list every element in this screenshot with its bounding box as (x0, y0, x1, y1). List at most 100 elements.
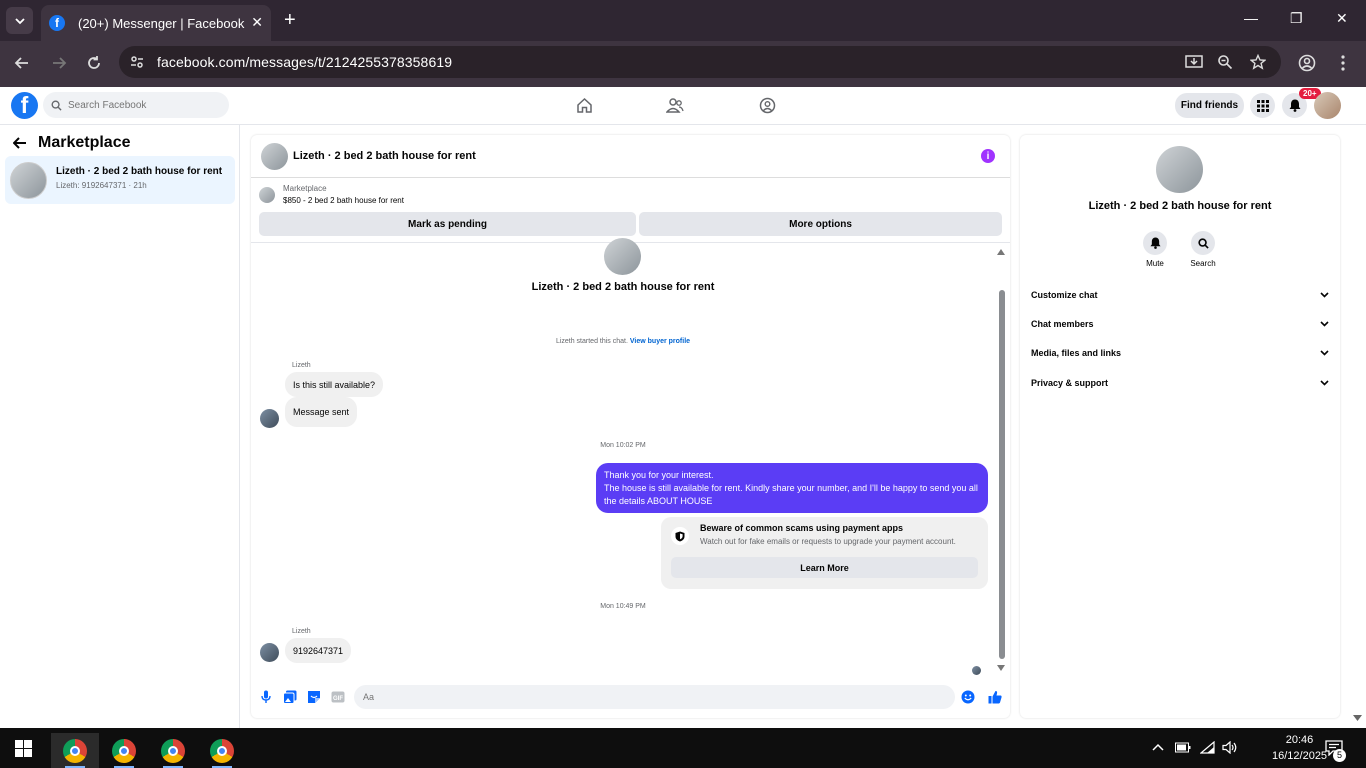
home-icon[interactable] (576, 97, 593, 114)
chevron-down-icon (14, 17, 25, 24)
scrollbar-thumb[interactable] (999, 290, 1005, 659)
section-label: Privacy & support (1031, 378, 1109, 388)
listing-thumbnail[interactable] (261, 143, 288, 170)
close-tab-icon[interactable]: ✕ (251, 14, 263, 31)
scam-warning-text: Watch out for fake emails or requests to… (700, 537, 956, 546)
browser-tab[interactable]: f (20+) Messenger | Facebook ✕ (41, 5, 271, 41)
taskbar-chrome-app[interactable] (100, 733, 148, 768)
chrome-icon (161, 738, 185, 763)
system-clock[interactable]: 20:46 16/12/2025 (1272, 732, 1327, 764)
sticker-icon[interactable] (307, 690, 321, 704)
emoji-icon[interactable] (961, 690, 975, 704)
mute-label: Mute (1146, 259, 1164, 268)
conversation-list-pane: Marketplace Lizeth · 2 bed 2 bath house … (0, 125, 240, 728)
listing-summary[interactable]: $850 - 2 bed 2 bath house for rent (283, 196, 404, 205)
chevron-down-icon (1320, 321, 1329, 327)
reload-icon[interactable] (86, 55, 102, 71)
taskbar-chrome-app[interactable] (149, 733, 197, 768)
taskbar-chrome-app[interactable] (198, 733, 246, 768)
browser-tab-bar: f (20+) Messenger | Facebook ✕ + — ❐ ✕ (0, 0, 1366, 41)
sender-avatar[interactable] (260, 409, 279, 428)
mark-as-pending-button[interactable]: Mark as pending (259, 212, 636, 236)
address-bar[interactable]: facebook.com/messages/t/2124255378358619 (119, 46, 1281, 78)
back-arrow-icon[interactable] (13, 137, 27, 149)
listing-thumbnail-large (604, 238, 641, 275)
incoming-message[interactable]: Message sent (285, 397, 358, 427)
page-scroll-down-icon[interactable] (1353, 715, 1362, 721)
message-input[interactable] (354, 685, 955, 709)
chrome-icon (210, 738, 234, 763)
learn-more-button[interactable]: Learn More (671, 557, 978, 578)
pane-title: Marketplace (38, 134, 131, 151)
mute-button[interactable] (1143, 231, 1167, 255)
scroll-up-icon[interactable] (997, 249, 1005, 255)
conversation-item[interactable]: Lizeth · 2 bed 2 bath house for rent Liz… (5, 156, 235, 204)
view-buyer-profile-link[interactable]: View buyer profile (630, 338, 690, 345)
incoming-message[interactable]: 9192647371 (285, 638, 352, 663)
message-composer: GIF (251, 683, 1010, 711)
back-arrow-icon[interactable] (14, 55, 30, 71)
install-app-icon[interactable] (1185, 54, 1203, 70)
windows-start-icon[interactable] (15, 740, 32, 757)
menu-button[interactable] (1250, 93, 1275, 118)
find-friends-button[interactable]: Find friends (1175, 93, 1244, 118)
incoming-message[interactable]: Is this still available? (285, 372, 384, 397)
microphone-icon[interactable] (261, 690, 271, 704)
taskbar-chrome-app[interactable] (51, 733, 99, 768)
sender-avatar[interactable] (260, 643, 279, 662)
chrome-icon (112, 738, 136, 763)
kebab-menu-icon[interactable] (1340, 55, 1346, 71)
browser-toolbar: facebook.com/messages/t/2124255378358619 (0, 41, 1366, 87)
photo-icon[interactable] (283, 690, 297, 704)
chat-details-panel: Lizeth · 2 bed 2 bath house for rent Mut… (1020, 135, 1340, 718)
forward-arrow-icon[interactable] (51, 55, 67, 71)
section-label: Customize chat (1031, 290, 1098, 300)
customize-chat-section[interactable]: Customize chat (1031, 285, 1329, 305)
search-label: Search (1190, 259, 1216, 268)
groups-icon[interactable] (759, 97, 776, 114)
volume-icon[interactable] (1222, 741, 1237, 754)
facebook-search[interactable] (43, 92, 229, 118)
bell-icon (1289, 99, 1300, 112)
window-close-icon[interactable]: ✕ (1336, 10, 1348, 27)
minimize-icon[interactable]: — (1244, 10, 1258, 26)
scroll-down-icon[interactable] (997, 665, 1005, 671)
tray-chevron-up-icon[interactable] (1152, 743, 1164, 751)
profile-icon[interactable] (1298, 54, 1316, 72)
chat-started-notice: Lizeth started this chat. View buyer pro… (251, 338, 995, 345)
chevron-down-icon (1320, 292, 1329, 298)
chat-members-section[interactable]: Chat members (1031, 314, 1329, 334)
conversation-name: Lizeth · 2 bed 2 bath house for rent (56, 166, 223, 177)
thumbs-up-icon[interactable] (988, 690, 1002, 704)
new-tab-button[interactable]: + (284, 10, 296, 30)
wifi-icon[interactable] (1200, 741, 1215, 754)
site-info-icon[interactable] (129, 54, 145, 70)
tab-title: (20+) Messenger | Facebook (78, 15, 245, 31)
zoom-icon[interactable] (1217, 54, 1233, 70)
battery-icon[interactable] (1175, 742, 1191, 753)
facebook-logo-icon[interactable]: f (11, 92, 38, 119)
friends-icon[interactable] (666, 97, 684, 114)
search-conversation-button[interactable] (1191, 231, 1215, 255)
tab-search-button[interactable] (6, 7, 33, 34)
privacy-support-section[interactable]: Privacy & support (1031, 373, 1329, 393)
more-options-button[interactable]: More options (639, 212, 1002, 236)
bookmark-star-icon[interactable] (1250, 54, 1266, 70)
listing-thumbnail-small (259, 187, 275, 203)
scam-warning-title: Beware of common scams using payment app… (700, 523, 904, 533)
chat-title[interactable]: Lizeth · 2 bed 2 bath house for rent (293, 150, 476, 162)
grid-menu-icon (1256, 99, 1269, 112)
account-avatar[interactable] (1314, 92, 1341, 119)
search-icon (51, 100, 62, 111)
gif-icon[interactable]: GIF (331, 690, 345, 704)
info-icon[interactable]: i (981, 149, 995, 163)
restore-icon[interactable]: ❐ (1290, 10, 1303, 27)
search-input[interactable] (68, 99, 218, 111)
media-files-links-section[interactable]: Media, files and links (1031, 343, 1329, 363)
shield-icon (671, 527, 689, 545)
conversation-preview: Lizeth: 9192647371 · 21h (56, 181, 147, 190)
outgoing-message[interactable]: Thank you for your interest. The house i… (596, 463, 988, 513)
section-label: Chat members (1031, 319, 1094, 329)
chat-hero-title: Lizeth · 2 bed 2 bath house for rent (531, 281, 715, 293)
chat-panel: Lizeth · 2 bed 2 bath house for rent i M… (251, 135, 1010, 718)
